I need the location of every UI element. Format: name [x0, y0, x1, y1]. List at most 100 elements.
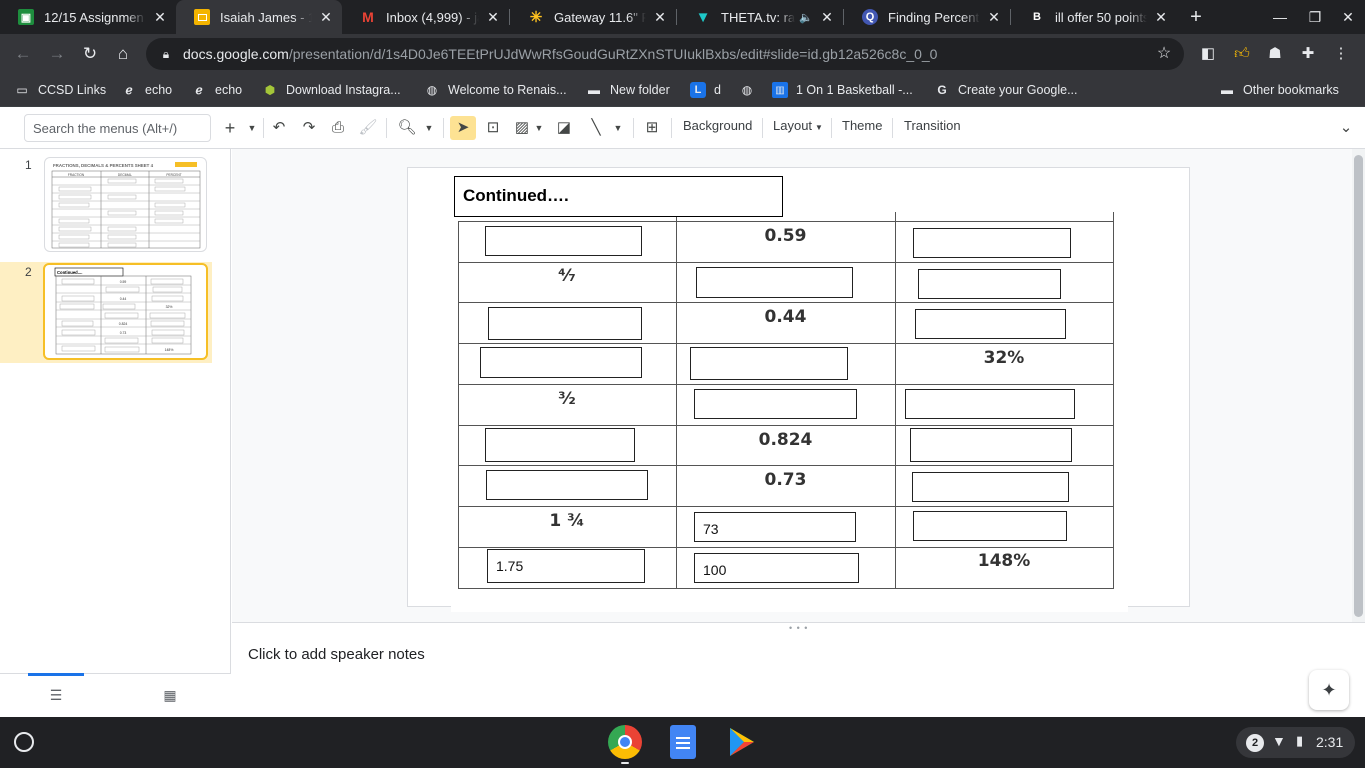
answer-box-percent[interactable] [915, 309, 1066, 339]
slide-thumbnail-1[interactable]: FRACTIONS, DECIMALS & PERCENTS SHEET 4 F… [44, 157, 207, 252]
bookmark-new-folder[interactable]: ▬ New folder [586, 80, 670, 100]
text-box-button[interactable]: ⊡ [482, 116, 504, 140]
tab-gmail[interactable]: M Inbox (4,999) - jam ✕ [342, 0, 509, 34]
answer-box-fraction[interactable] [486, 470, 648, 500]
minimize-icon[interactable]: — [1268, 5, 1292, 29]
canvas-scrollbar[interactable] [1352, 149, 1365, 623]
zoom-icon[interactable]: 🔍︎ [396, 116, 418, 140]
reload-button[interactable]: ↻ [76, 40, 104, 68]
bookmark-download-instagram[interactable]: ⬢ Download Instagra... [262, 80, 401, 100]
bookmark-star-icon[interactable]: ☆ [1154, 44, 1174, 64]
list-view-icon[interactable]: ☰ [28, 673, 84, 707]
tab-walmart[interactable]: ✳ Gateway 11.6" FH ✕ [510, 0, 676, 34]
restore-icon[interactable]: ❐ [1303, 5, 1327, 29]
grid-view-icon[interactable]: ▦ [156, 683, 184, 707]
answer-box-decimal[interactable] [690, 347, 848, 380]
answer-box-percent[interactable] [918, 269, 1061, 299]
address-bar[interactable]: 🔒︎ docs.google.com/presentation/d/1s4D0J… [146, 38, 1184, 70]
tab-brainly[interactable]: B ill offer 50 points ✕ [1011, 0, 1177, 34]
window-close-icon[interactable]: ✕ [1336, 5, 1360, 29]
tab-quizlet[interactable]: Q Finding Percents ✕ [844, 0, 1010, 34]
close-tab-icon[interactable]: ✕ [986, 9, 1002, 25]
print-button[interactable]: ⎙ [327, 116, 349, 140]
extensions-puzzle-icon[interactable]: ✚ [1298, 44, 1318, 64]
bookmark-basketball[interactable]: ▥ 1 On 1 Basketball -... [772, 80, 913, 100]
redo-button[interactable]: ↷ [298, 116, 320, 140]
launcher-icon[interactable] [14, 732, 34, 752]
insert-image-button[interactable]: ▨ [511, 116, 533, 140]
explore-sparkle-icon[interactable]: ✦ [1309, 670, 1349, 710]
new-slide-dropdown-icon[interactable]: ▼ [245, 116, 259, 140]
answer-box-fraction[interactable] [485, 428, 635, 462]
answer-box-percent[interactable] [910, 428, 1072, 462]
lock-icon[interactable]: 🔒︎ [158, 46, 174, 62]
extension-reader-icon[interactable]: ◧ [1198, 44, 1218, 64]
close-tab-icon[interactable]: ✕ [819, 9, 835, 25]
shape-button[interactable]: ◪ [553, 116, 575, 140]
notes-resize-handle[interactable]: • • • [232, 622, 1365, 633]
tab-theta[interactable]: ▼ THETA.tv: raz 🔈 ✕ [677, 0, 843, 34]
speaker-muted-icon[interactable]: 🔈 [799, 11, 813, 24]
undo-button[interactable]: ↶ [268, 116, 290, 140]
answer-box-decimal[interactable] [694, 389, 857, 419]
answer-box-fraction[interactable]: 1.75 [487, 549, 645, 583]
bookmark-echo-2[interactable]: ℯ echo [191, 80, 242, 100]
new-tab-button[interactable]: + [1184, 5, 1208, 29]
answer-box-percent[interactable] [913, 228, 1071, 258]
slide-title-textbox[interactable]: Continued…. [454, 176, 783, 217]
collapse-toolbar-icon[interactable]: ⌄ [1336, 116, 1356, 140]
bookmark-other[interactable]: ▬ Other bookmarks [1219, 80, 1339, 100]
theme-button[interactable]: Theme [842, 118, 882, 133]
extension-thumb-icon[interactable]: 👍︎ [1232, 44, 1252, 64]
answer-box-fraction[interactable] [485, 226, 642, 256]
scrollbar-thumb[interactable] [1354, 155, 1363, 617]
chrome-icon[interactable] [608, 725, 642, 759]
slide-thumbnail-2[interactable]: Continued.... 0.59 0.44 32% 0.824 0.73 1… [43, 263, 208, 360]
status-tray[interactable]: 2 ▼ ▮ 2:31 [1236, 727, 1355, 758]
paint-format-button[interactable]: 🖌︎ [357, 116, 379, 140]
new-slide-button[interactable]: + [220, 116, 240, 140]
home-button[interactable]: ⌂ [109, 40, 137, 68]
bookmark-ccsd-links[interactable]: ▭ CCSD Links [14, 80, 106, 100]
bookmark-echo[interactable]: ℯ echo [121, 80, 172, 100]
transition-button[interactable]: Transition [904, 118, 961, 133]
line-button[interactable]: ╲ [585, 116, 607, 140]
answer-box-decimal[interactable]: 73 [694, 512, 856, 542]
line-dropdown-icon[interactable]: ▼ [611, 116, 625, 140]
slide-1-preview: FRACTIONS, DECIMALS & PERCENTS SHEET 4 F… [51, 162, 201, 249]
zoom-dropdown-icon[interactable]: ▼ [422, 116, 436, 140]
close-tab-icon[interactable]: ✕ [318, 9, 334, 25]
answer-box-percent[interactable] [912, 472, 1069, 502]
menu-kebab-icon[interactable]: ⋮ [1331, 44, 1351, 64]
tab-classroom[interactable]: ▣ 12/15 Assignmen ✕ [0, 0, 176, 34]
close-tab-icon[interactable]: ✕ [1153, 9, 1169, 25]
extension-ghost-icon[interactable]: ☗ [1265, 44, 1285, 64]
docs-icon[interactable] [670, 725, 696, 759]
add-comment-button[interactable]: ⊞ [641, 116, 663, 140]
bookmark-d[interactable]: Ld [690, 80, 721, 100]
answer-box-decimal[interactable] [696, 267, 853, 298]
close-tab-icon[interactable]: ✕ [152, 9, 168, 25]
bookmark-create-google[interactable]: G Create your Google... [934, 80, 1077, 100]
speaker-notes[interactable]: Click to add speaker notes [232, 631, 1365, 717]
play-store-icon[interactable] [724, 725, 758, 759]
notification-count[interactable]: 2 [1246, 734, 1264, 752]
url-text[interactable]: docs.google.com/presentation/d/1s4D0Je6T… [183, 46, 937, 62]
answer-box-fraction[interactable] [488, 307, 642, 340]
answer-box-decimal[interactable]: 100 [694, 553, 859, 583]
background-button[interactable]: Background [683, 118, 752, 133]
select-tool-button[interactable]: ➤ [450, 116, 476, 140]
answer-box-percent[interactable] [905, 389, 1075, 419]
tab-slides[interactable]: Isaiah James - 12 ✕ [176, 0, 342, 34]
close-tab-icon[interactable]: ✕ [485, 9, 501, 25]
bookmark-renaissance[interactable]: ◍ Welcome to Renais... [424, 80, 567, 100]
back-button[interactable]: ← [9, 40, 37, 68]
image-dropdown-icon[interactable]: ▼ [533, 116, 545, 140]
answer-box-fraction[interactable] [480, 347, 642, 378]
layout-button[interactable]: Layout ▼ [773, 118, 823, 133]
search-menus-input[interactable] [24, 114, 211, 142]
close-tab-icon[interactable]: ✕ [652, 9, 668, 25]
bookmark-globe[interactable]: ◍ [739, 80, 763, 100]
forward-button[interactable]: → [43, 40, 71, 68]
answer-box-percent[interactable] [913, 511, 1067, 541]
